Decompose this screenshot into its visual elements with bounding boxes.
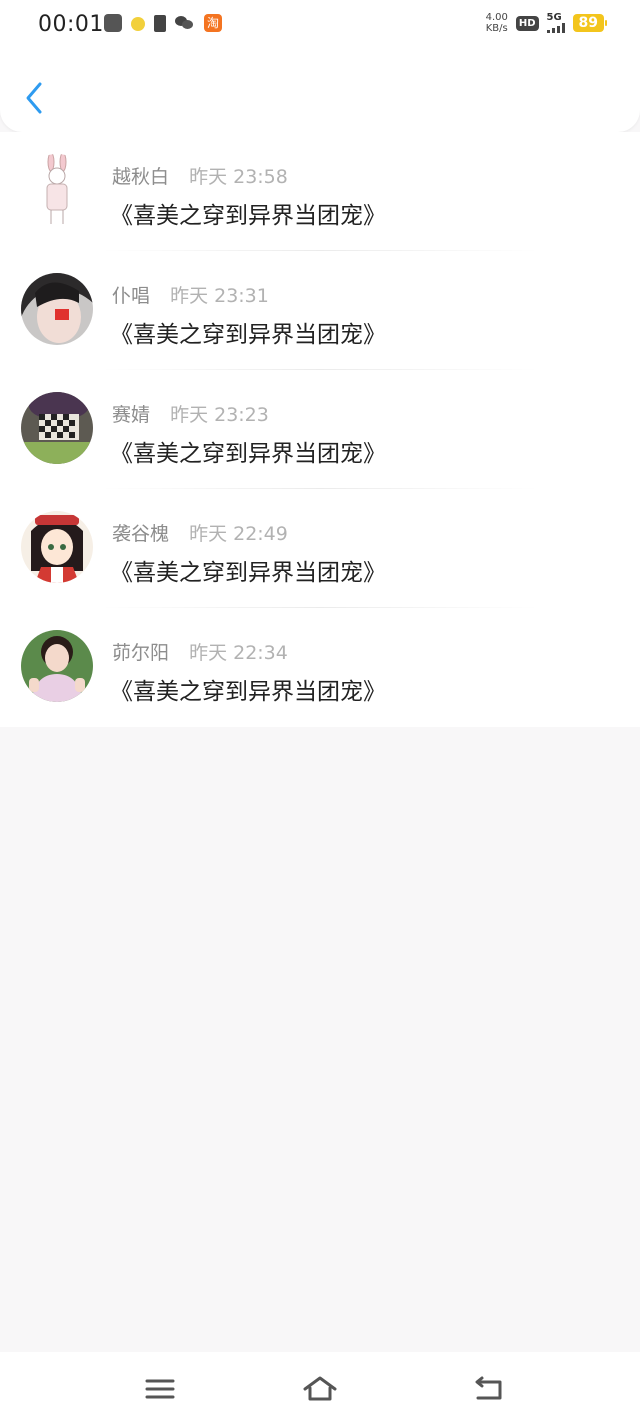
comment-meta: 茆尔阳 昨天 22:34 [112,638,288,665]
hd-badge: HD [515,15,539,31]
user-name[interactable]: 赛婧 [112,404,150,426]
list-item[interactable]: 越秋白 昨天 23:58 《喜美之穿到异界当团宠》 [0,132,640,251]
avatar[interactable] [21,630,93,702]
app-icon [104,14,122,32]
menu-button[interactable] [143,1374,177,1404]
battery-indicator: 89 [572,14,608,32]
comment-time: 昨天 22:49 [189,523,288,545]
comment-meta: 越秋白 昨天 23:58 [112,162,288,189]
comment-content: 《喜美之穿到异界当团宠》 [110,322,386,348]
menu-icon [145,1379,175,1399]
user-name[interactable]: 越秋白 [112,166,169,188]
home-icon [303,1376,337,1401]
comment-content: 《喜美之穿到异界当团宠》 [110,203,386,229]
comment-meta: 仆唱 昨天 23:31 [112,281,269,308]
user-name[interactable]: 袭谷槐 [112,523,169,545]
comment-content: 《喜美之穿到异界当团宠》 [110,560,386,586]
list-item[interactable]: 茆尔阳 昨天 22:34 《喜美之穿到异界当团宠》 [0,608,640,727]
taobao-icon: 淘 [204,14,222,32]
comment-time: 昨天 23:31 [170,285,269,307]
comment-meta: 赛婧 昨天 23:23 [112,400,269,427]
status-time: 00:01 [38,12,104,37]
avatar[interactable] [21,273,93,345]
home-button[interactable] [302,1374,337,1404]
wechat-icon [175,16,195,30]
list-item[interactable]: 仆唱 昨天 23:31 《喜美之穿到异界当团宠》 [0,251,640,370]
back-icon [475,1376,502,1400]
list-item[interactable]: 赛婧 昨天 23:23 《喜美之穿到异界当团宠》 [0,370,640,489]
back-nav-button[interactable] [472,1374,506,1404]
comment-content: 《喜美之穿到异界当团宠》 [110,441,386,467]
net-speed: 4.00 KB/s [486,12,508,34]
back-button[interactable] [22,80,50,116]
comment-time: 昨天 22:34 [189,642,288,664]
header: 00:01 淘 4.00 KB/s HD 5G 89 [0,0,640,132]
avatar[interactable] [21,392,93,464]
comment-list: 越秋白 昨天 23:58 《喜美之穿到异界当团宠》 仆唱 昨天 23:31 《喜… [0,132,640,727]
user-name[interactable]: 仆唱 [112,285,150,307]
network-type: 5G [546,12,562,23]
avatar[interactable] [21,511,93,583]
chevron-left-icon [26,82,42,114]
signal-icon: 5G [546,12,565,33]
net-speed-unit: KB/s [485,23,508,34]
comment-meta: 袭谷槐 昨天 22:49 [112,519,288,546]
battery-saver-icon [154,14,166,32]
user-name[interactable]: 茆尔阳 [112,642,169,664]
list-item[interactable]: 袭谷槐 昨天 22:49 《喜美之穿到异界当团宠》 [0,489,640,608]
status-right: 4.00 KB/s HD 5G 89 [486,12,608,34]
comment-time: 昨天 23:23 [170,404,269,426]
bottom-nav [0,1352,640,1427]
net-speed-value: 4.00 [485,12,508,23]
comment-content: 《喜美之穿到异界当团宠》 [110,679,386,705]
status-icons: 淘 [104,14,222,32]
smiley-icon [131,17,145,31]
comment-time: 昨天 23:58 [189,166,288,188]
avatar[interactable] [21,154,93,226]
